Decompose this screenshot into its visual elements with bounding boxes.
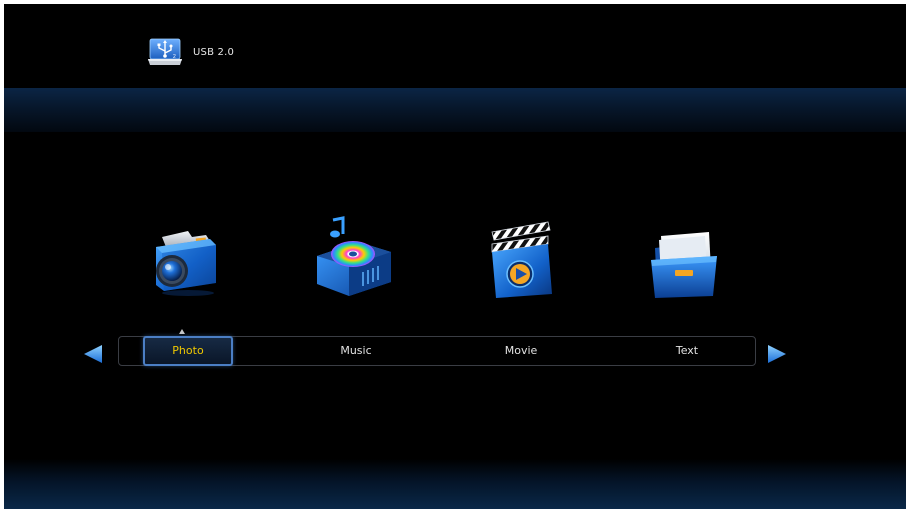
arrow-right-icon[interactable] [766, 344, 788, 364]
usb-drive-icon: 2 [148, 38, 182, 65]
movie-clapperboard-icon[interactable] [486, 218, 554, 300]
music-disc-icon[interactable] [313, 216, 395, 298]
document-folder-icon[interactable] [647, 230, 721, 300]
category-menu-bar: Photo Music Movie Text [118, 336, 756, 366]
svg-text:2: 2 [173, 54, 176, 60]
camera-icon[interactable] [148, 223, 222, 297]
selection-pointer [179, 329, 185, 334]
menu-item-text[interactable]: Text [641, 337, 733, 365]
menu-item-music[interactable]: Music [310, 337, 402, 365]
source-label: USB 2.0 [193, 46, 235, 58]
menu-item-photo[interactable]: Photo [143, 336, 233, 366]
source-indicator[interactable]: 2 USB 2.0 [146, 37, 234, 67]
footer-band [4, 459, 906, 509]
header-band [4, 88, 906, 132]
arrow-left-icon[interactable] [82, 344, 104, 364]
media-player-screen: 2 USB 2.0 Photo Music Movie Text [4, 4, 906, 509]
menu-item-movie[interactable]: Movie [475, 337, 567, 365]
